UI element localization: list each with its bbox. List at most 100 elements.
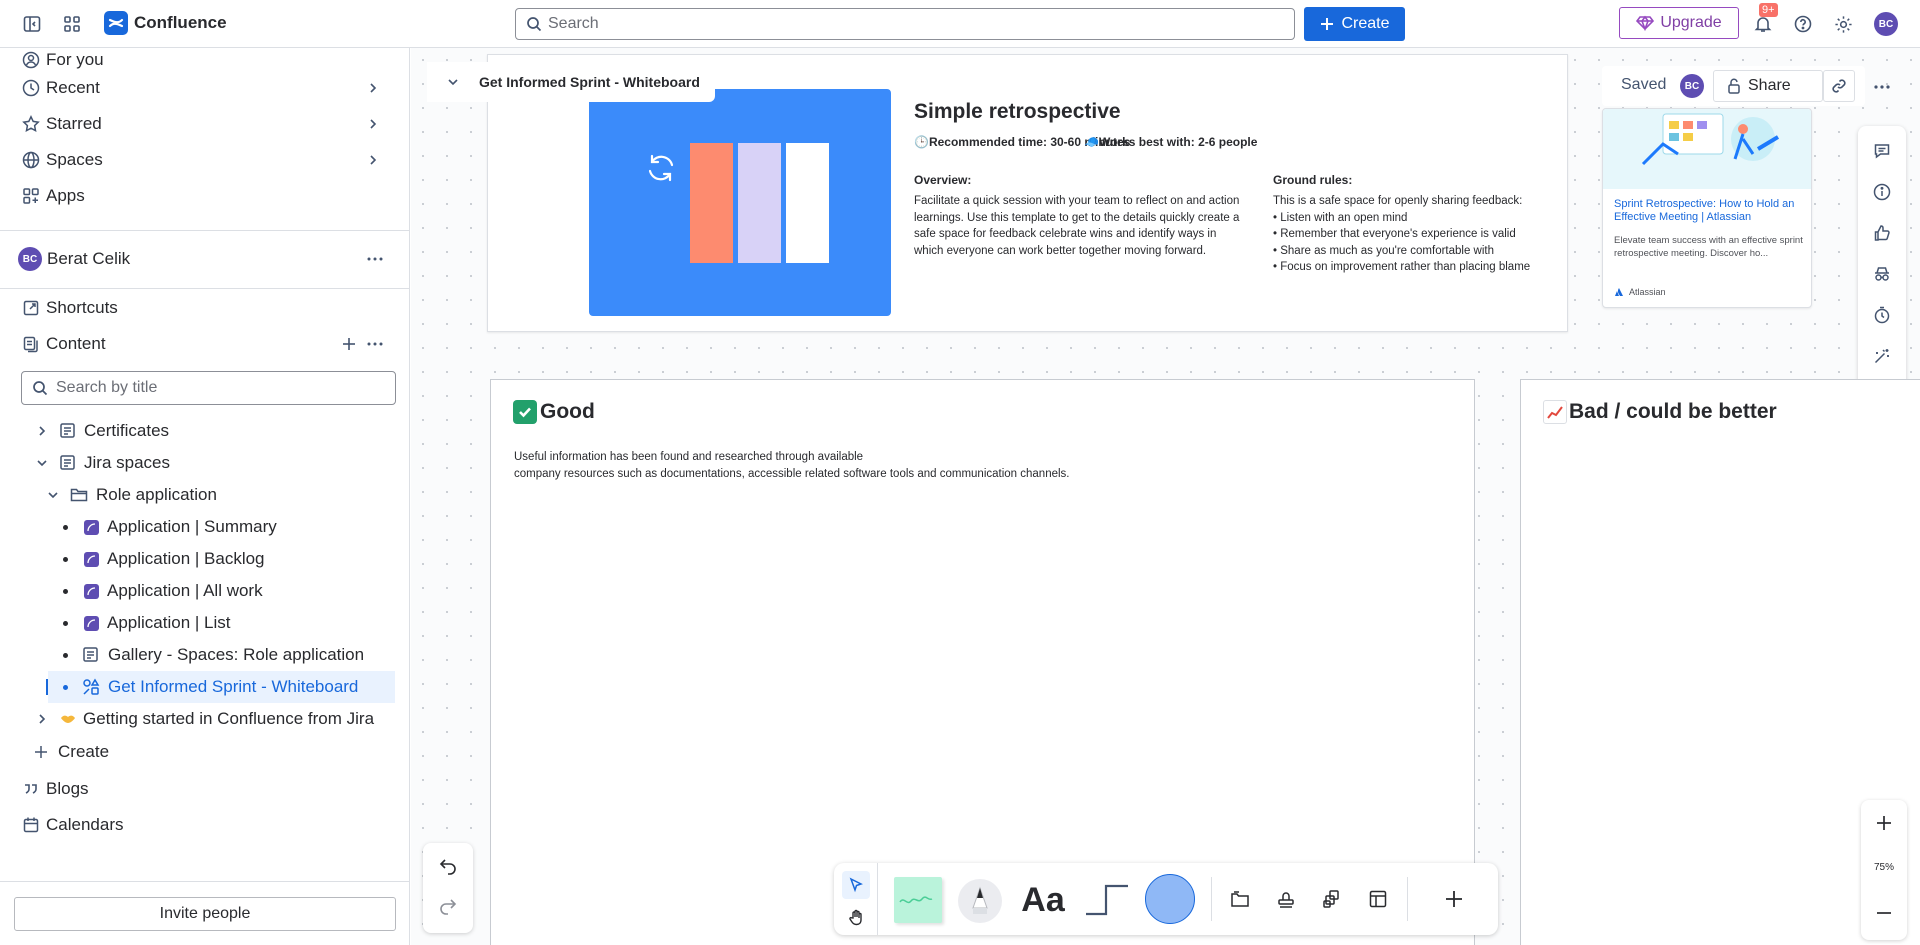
sidebar-item-shortcuts[interactable]: Shortcuts	[0, 290, 409, 326]
good-note-text[interactable]: Useful information has been found and re…	[514, 449, 1070, 482]
undo-icon[interactable]	[438, 856, 458, 876]
confluence-logo-icon[interactable]	[104, 11, 128, 35]
link-preview-title[interactable]: Sprint Retrospective: How to Hold an Eff…	[1614, 198, 1804, 224]
sidebar-item-spaces[interactable]: Spaces	[0, 142, 409, 178]
upgrade-button[interactable]: Upgrade	[1619, 7, 1739, 39]
connector-line-tool[interactable]	[1084, 881, 1130, 919]
invite-people-button[interactable]: Invite people	[14, 897, 396, 931]
create-label: Create	[1341, 15, 1390, 32]
comment-icon[interactable]	[1871, 140, 1893, 162]
more-options-icon[interactable]	[366, 335, 384, 353]
sidebar-item-label: Spaces	[46, 150, 103, 169]
redo-icon[interactable]	[438, 896, 458, 916]
select-tool[interactable]	[842, 871, 870, 899]
hero-column-lavender	[738, 143, 781, 263]
magic-wand-icon[interactable]	[1871, 345, 1893, 367]
sidebar-item-starred[interactable]: Starred	[0, 106, 409, 142]
sidebar-item-content[interactable]: Content	[0, 326, 409, 362]
zoom-level[interactable]: 75%	[1861, 862, 1907, 873]
sidebar-item-apps[interactable]: Apps	[0, 178, 409, 214]
chevron-right-icon[interactable]	[367, 154, 379, 166]
overview-text: Facilitate a quick session with your tea…	[914, 195, 1240, 257]
good-frame[interactable]: Good Useful information has been found a…	[490, 379, 1475, 945]
rule-text: Share as much as you're comfortable with	[1280, 244, 1495, 257]
chevron-down-icon[interactable]	[47, 489, 59, 501]
collaborator-avatar[interactable]: BC	[1680, 74, 1704, 98]
tree-item-application-backlog[interactable]: Application | Backlog	[0, 543, 409, 575]
hand-pan-tool[interactable]	[842, 903, 870, 931]
zoom-in-plus-icon[interactable]	[1874, 813, 1894, 833]
sidebar-divider	[0, 230, 409, 231]
create-content-button[interactable]: Create	[0, 736, 409, 768]
frame-tool[interactable]	[1228, 887, 1252, 911]
insert-more-button[interactable]	[1442, 887, 1466, 911]
bullet	[63, 621, 68, 626]
tree-item-getting-started[interactable]: Getting started in Confluence from Jira	[0, 703, 409, 735]
incognito-icon[interactable]	[1871, 263, 1893, 285]
whiteboard-canvas[interactable]: Get Informed Sprint - Whiteboard Simple …	[411, 48, 1920, 945]
tree-item-certificates[interactable]: Certificates	[0, 415, 409, 447]
pen-tool[interactable]	[958, 879, 1002, 923]
tree-item-get-informed-sprint-whiteboard[interactable]: Get Informed Sprint - Whiteboard	[46, 671, 395, 703]
retro-hero-illustration	[589, 89, 891, 316]
app-switcher-icon[interactable]	[58, 10, 86, 38]
whiteboard-title[interactable]: Get Informed Sprint - Whiteboard	[479, 74, 700, 90]
chevron-down-icon[interactable]	[36, 457, 48, 469]
creation-toolbar: Aa	[834, 863, 1498, 935]
copy-link-button[interactable]	[1823, 70, 1855, 102]
sidebar-item-calendars[interactable]: Calendars	[0, 807, 409, 843]
zoom-out-minus-icon[interactable]	[1874, 903, 1894, 923]
templates-tool[interactable]	[1366, 887, 1390, 911]
sidebar-item-recent[interactable]: Recent	[0, 70, 409, 106]
tree-item-application-list[interactable]: Application | List	[0, 607, 409, 639]
sticky-note-tool[interactable]	[894, 877, 942, 923]
settings-gear-icon[interactable]	[1829, 10, 1857, 38]
shortcut-icon	[20, 297, 42, 319]
user-avatar[interactable]: BC	[1874, 12, 1898, 36]
good-frame-title[interactable]: Good	[513, 400, 595, 424]
sidebar-item-blogs[interactable]: Blogs	[0, 771, 409, 807]
rules-heading: Ground rules:	[1273, 173, 1353, 187]
bad-frame-title[interactable]: Bad / could be better	[1543, 400, 1777, 424]
like-thumbs-up-icon[interactable]	[1871, 222, 1893, 244]
info-icon[interactable]	[1871, 181, 1893, 203]
tree-item-jira-spaces[interactable]: Jira spaces	[0, 447, 409, 479]
link-preview-card[interactable]: Sprint Retrospective: How to Hold an Eff…	[1602, 108, 1812, 308]
text-tool[interactable]: Aa	[1019, 877, 1067, 923]
tree-item-role-application[interactable]: Role application	[0, 479, 409, 511]
jira-board-icon	[84, 552, 99, 567]
saved-status: Saved	[1621, 76, 1667, 93]
page-icon	[82, 646, 99, 663]
tree-item-application-summary[interactable]: Application | Summary	[0, 511, 409, 543]
bad-could-be-better-frame[interactable]: Bad / could be better	[1520, 379, 1920, 945]
tree-item-application-all-work[interactable]: Application | All work	[0, 575, 409, 607]
rule-item: • Remember that everyone's experience is…	[1273, 228, 1516, 240]
chevron-right-icon[interactable]	[36, 713, 48, 725]
create-button[interactable]: Create	[1304, 7, 1405, 41]
chevron-down-icon[interactable]	[447, 76, 459, 88]
sidebar-item-label: Starred	[46, 114, 102, 133]
share-button[interactable]: Share	[1713, 70, 1823, 102]
tree-item-gallery-spaces[interactable]: Gallery - Spaces: Role application	[0, 639, 409, 671]
add-content-icon[interactable]	[341, 336, 357, 352]
space-header[interactable]: BC Berat Celik	[0, 242, 409, 276]
chevron-right-icon[interactable]	[367, 118, 379, 130]
smart-sections-tool[interactable]	[1320, 887, 1344, 911]
sidebar-toggle-icon[interactable]	[18, 10, 46, 38]
search-input[interactable]: Search	[515, 8, 1295, 40]
content-search-input[interactable]: Search by title	[21, 371, 396, 405]
sticky-note-scribble-icon	[898, 890, 938, 910]
timer-icon[interactable]	[1871, 304, 1893, 326]
shape-tool[interactable]	[1145, 874, 1195, 924]
more-options-icon[interactable]	[366, 250, 384, 268]
app-name[interactable]: Confluence	[134, 13, 227, 33]
stamp-tool[interactable]	[1274, 887, 1298, 911]
text-aa-icon: Aa	[1021, 880, 1065, 919]
undo-redo-controls	[423, 843, 473, 933]
space-avatar: BC	[18, 247, 42, 271]
more-options-icon[interactable]	[1872, 77, 1892, 97]
chevron-right-icon[interactable]	[36, 425, 48, 437]
whiteboard-title-bar[interactable]: Get Informed Sprint - Whiteboard	[427, 62, 715, 102]
help-icon[interactable]	[1789, 10, 1817, 38]
chevron-right-icon[interactable]	[367, 82, 379, 94]
